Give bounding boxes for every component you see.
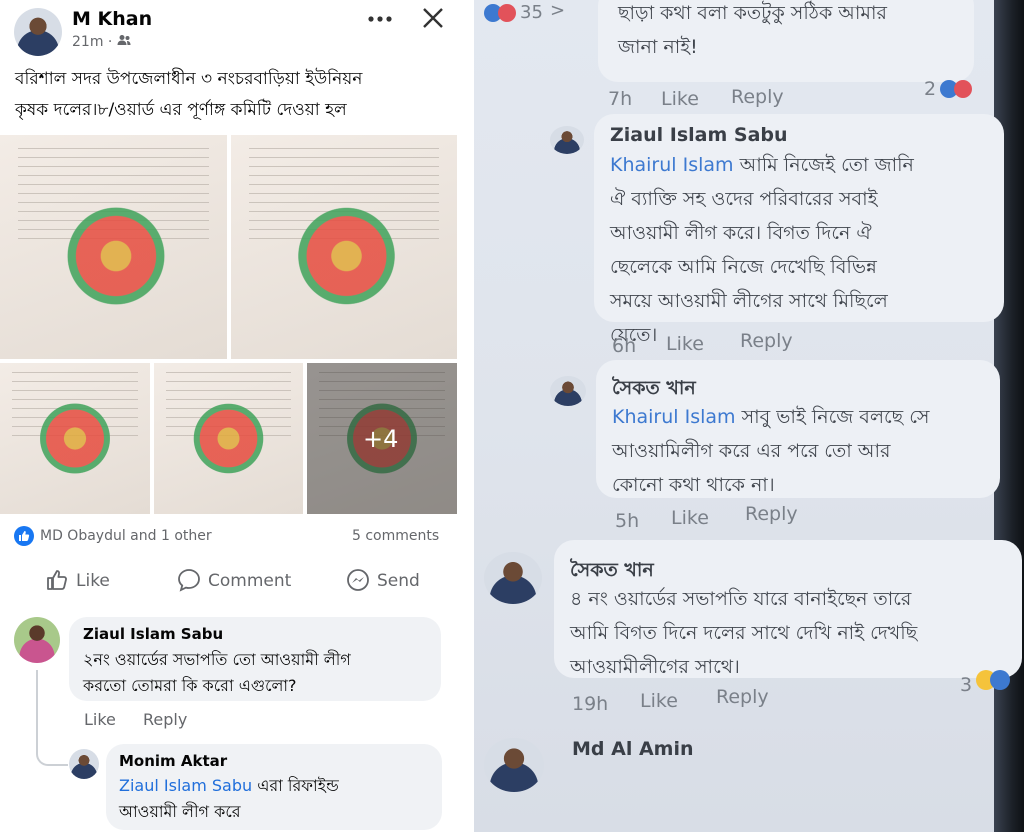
- comment-like-button[interactable]: Like: [84, 710, 116, 729]
- close-icon[interactable]: [421, 6, 445, 30]
- post-time[interactable]: 21m: [72, 34, 103, 50]
- comment-text: Khairul Islam সাবু ভাই নিজে বলছে সে আওয়…: [612, 406, 930, 496]
- reaction-count[interactable]: 35: [520, 2, 543, 23]
- more-photos-count: +4: [363, 425, 399, 453]
- comment-text: ৪ নং ওয়ার্ডের সভাপতি যারে বানাইছেন তারে…: [570, 588, 918, 678]
- chevron-right-icon[interactable]: >: [550, 0, 565, 21]
- comment-text: Khairul Islam আমি নিজেই তো জানি ঐ ব্যাক্…: [610, 154, 914, 346]
- comments-count[interactable]: 5 comments: [352, 528, 439, 544]
- like-icon[interactable]: [44, 567, 70, 593]
- commenter-avatar[interactable]: [550, 376, 586, 406]
- more-options-icon[interactable]: [366, 8, 394, 30]
- comment-like-button[interactable]: Like: [666, 333, 704, 355]
- messenger-send-icon[interactable]: [345, 567, 371, 593]
- commenter-avatar[interactable]: [550, 126, 584, 154]
- comment-reaction-count[interactable]: 3: [960, 674, 972, 696]
- facebook-post-panel: M Khan 21m · বরিশাল সদর উপজেলাধীন ৩ নংচর…: [0, 0, 470, 832]
- comment-reply-button[interactable]: Reply: [716, 686, 769, 708]
- reply-author-name[interactable]: Monim Aktar: [119, 752, 227, 770]
- love-reaction-icon: [498, 4, 516, 22]
- comment-bubble: Ziaul Islam Sabu Khairul Islam আমি নিজেই…: [594, 114, 1004, 346]
- reply-avatar[interactable]: [69, 749, 99, 779]
- photo-3[interactable]: [0, 363, 150, 514]
- reactions-summary[interactable]: MD Obaydul and 1 other: [40, 528, 212, 544]
- comment-time: 6h: [612, 335, 637, 357]
- reply-bubble: Monim Aktar Ziaul Islam Sabu এরা রিফাইন্…: [106, 744, 442, 830]
- commenter-avatar[interactable]: [14, 617, 60, 663]
- comment-icon[interactable]: [176, 567, 202, 593]
- comment-bubble: Ziaul Islam Sabu ২নং ওয়ার্ডের সভাপতি তো…: [69, 617, 441, 701]
- photo-5-more[interactable]: +4: [307, 363, 457, 514]
- reply-thread-line: [36, 670, 68, 766]
- send-button[interactable]: Send: [377, 571, 420, 591]
- comment-like-button[interactable]: Like: [640, 690, 678, 712]
- comment-reply-button[interactable]: Reply: [143, 710, 187, 729]
- post-text: বরিশাল সদর উপজেলাধীন ৩ নংচরবাড়িয়া ইউনি…: [15, 69, 363, 120]
- commenter-name[interactable]: Md Al Amin: [572, 738, 694, 760]
- commenter-avatar[interactable]: [484, 738, 544, 792]
- mention-link[interactable]: Ziaul Islam Sabu: [119, 776, 252, 795]
- photo-2[interactable]: [231, 135, 457, 359]
- friends-privacy-icon: [117, 34, 131, 50]
- like-button[interactable]: Like: [76, 571, 110, 591]
- photo-4[interactable]: [154, 363, 303, 514]
- comment-time: 19h: [572, 693, 609, 715]
- comment-text: ২নং ওয়ার্ডের সভাপতি তো আওয়ামী লীগ করতো…: [83, 650, 351, 695]
- post-meta: 21m ·: [72, 34, 131, 50]
- mention-link[interactable]: Khairul Islam: [610, 154, 734, 176]
- mention-link[interactable]: Khairul Islam: [612, 406, 736, 428]
- comment-button[interactable]: Comment: [208, 571, 291, 591]
- comment-bubble: ছাড়া কথা বলা কতটুকু সঠিক আমার জানা নাই!: [598, 0, 974, 82]
- comment-like-button[interactable]: Like: [661, 88, 699, 110]
- love-reaction-icon: [954, 80, 972, 98]
- comment-text: ছাড়া কথা বলা কতটুকু সঠিক আমার জানা নাই!: [618, 2, 887, 58]
- comment-time: 7h: [608, 88, 633, 110]
- author-avatar[interactable]: [14, 8, 62, 56]
- reply-text: Ziaul Islam Sabu এরা রিফাইন্ড আওয়ামী লী…: [119, 776, 339, 821]
- comment-reply-button[interactable]: Reply: [731, 86, 784, 108]
- comment-bubble: সৈকত খান ৪ নং ওয়ার্ডের সভাপতি যারে বানা…: [554, 540, 1022, 678]
- comment-like-button[interactable]: Like: [671, 507, 709, 529]
- phone-photo-panel: 35 > ছাড়া কথা বলা কতটুকু সঠিক আমার জানা…: [474, 0, 1024, 832]
- comment-reply-button[interactable]: Reply: [745, 503, 798, 525]
- comment-time: 5h: [615, 510, 640, 532]
- author-name[interactable]: M Khan: [72, 8, 152, 30]
- comment-reaction-count[interactable]: 2: [924, 78, 936, 100]
- comment-reply-button[interactable]: Reply: [740, 330, 793, 352]
- like-reaction-icon: [14, 526, 34, 546]
- photo-1[interactable]: [0, 135, 227, 359]
- commenter-avatar[interactable]: [484, 552, 542, 604]
- commenter-name[interactable]: Ziaul Islam Sabu: [83, 625, 223, 643]
- like-reaction-icon: [990, 670, 1010, 690]
- commenter-name[interactable]: Ziaul Islam Sabu: [610, 124, 788, 146]
- comment-bubble: সৈকত খান Khairul Islam সাবু ভাই নিজে বলছ…: [596, 360, 1000, 498]
